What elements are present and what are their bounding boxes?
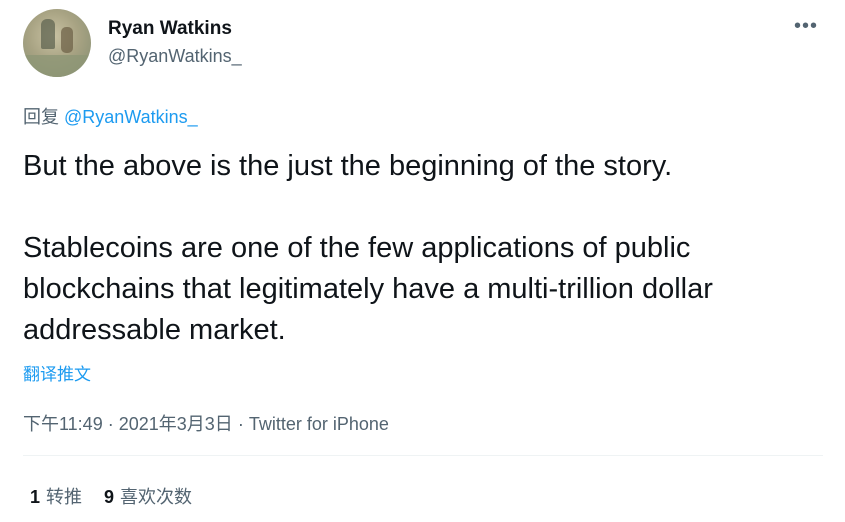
separator: · xyxy=(107,414,119,434)
avatar-ground xyxy=(23,55,91,77)
tweet-source[interactable]: Twitter for iPhone xyxy=(249,414,389,434)
tweet-time[interactable]: 下午11:49 xyxy=(23,414,103,434)
tweet-metadata: 下午11:49 · 2021年3月3日 · Twitter for iPhone xyxy=(23,410,389,436)
avatar[interactable] xyxy=(23,9,91,77)
tweet-date[interactable]: 2021年3月3日 xyxy=(119,414,233,434)
retweets-label: 转推 xyxy=(46,487,83,507)
likes-stat[interactable]: 9 喜欢次数 xyxy=(104,483,192,509)
tweet-paragraph: Stablecoins are one of the few applicati… xyxy=(23,232,713,346)
avatar-figure xyxy=(61,27,73,53)
tweet-paragraph: But the above is the just the beginning … xyxy=(23,150,673,182)
likes-count: 9 xyxy=(104,487,115,507)
reply-prefix: 回复 xyxy=(23,107,59,127)
avatar-figure xyxy=(41,19,55,49)
engagement-stats: 1 转推 9 喜欢次数 xyxy=(30,483,192,509)
translate-tweet-link[interactable]: 翻译推文 xyxy=(23,360,91,385)
retweets-stat[interactable]: 1 转推 xyxy=(30,483,82,509)
separator: · xyxy=(237,414,249,434)
author-handle[interactable]: @RyanWatkins_ xyxy=(108,46,242,67)
reply-mention-link[interactable]: @RyanWatkins_ xyxy=(64,107,198,127)
tweet-card: Ryan Watkins @RyanWatkins_ ••• 回复 @RyanW… xyxy=(0,0,845,522)
reply-context: 回复 @RyanWatkins_ xyxy=(23,103,198,129)
more-options-icon[interactable]: ••• xyxy=(794,16,818,36)
author-display-name[interactable]: Ryan Watkins xyxy=(108,18,232,40)
divider xyxy=(23,455,823,456)
tweet-text: But the above is the just the beginning … xyxy=(23,146,823,351)
likes-label: 喜欢次数 xyxy=(120,487,193,507)
retweets-count: 1 xyxy=(30,487,41,507)
